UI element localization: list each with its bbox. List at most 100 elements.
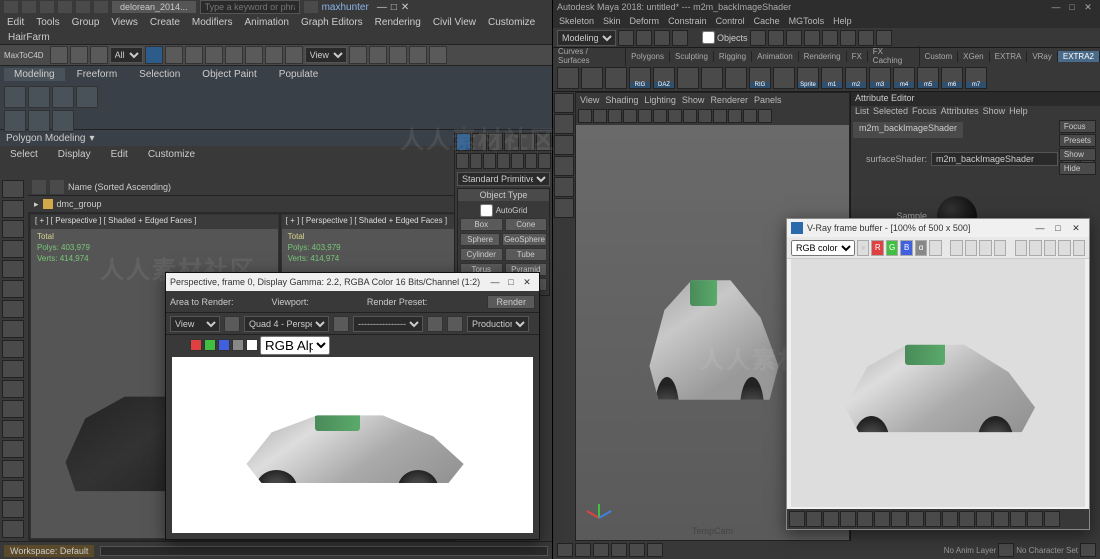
attr-help[interactable]: Help (1009, 106, 1028, 120)
layertab-display[interactable]: Display (52, 148, 97, 161)
display-tab-icon[interactable] (520, 133, 535, 151)
presets-button[interactable]: Presets (1059, 134, 1096, 147)
scale-icon[interactable] (265, 46, 283, 64)
panel-tool-icon[interactable] (668, 109, 682, 123)
rollout-header[interactable]: Object Type (458, 189, 549, 201)
node-label[interactable]: dmc_group (57, 199, 102, 209)
tool-icon[interactable] (2, 480, 24, 498)
anim-layer-label[interactable]: No Anim Layer (944, 546, 996, 555)
cone-button[interactable]: Cone (505, 218, 548, 231)
play-end-icon[interactable] (647, 543, 663, 557)
redo-icon[interactable] (94, 1, 108, 13)
layertab-select[interactable]: Select (4, 148, 44, 161)
shelf-button[interactable]: m1 (821, 67, 843, 89)
workspace-label[interactable]: Workspace: Default (4, 545, 94, 557)
panel-tool-icon[interactable] (713, 109, 727, 123)
trackmouse-icon[interactable] (1029, 240, 1041, 256)
shelf-rendering[interactable]: Rendering (799, 51, 847, 62)
play-fwd-icon[interactable] (611, 543, 627, 557)
save-icon[interactable] (58, 1, 72, 13)
shelf-custom[interactable]: Custom (920, 51, 959, 62)
shapes-icon[interactable] (470, 153, 483, 169)
se-icon[interactable] (50, 180, 64, 194)
ribbon-btn[interactable] (52, 110, 74, 132)
cylinder-button[interactable]: Cylinder (460, 248, 503, 261)
panel-tool-icon[interactable] (698, 109, 712, 123)
menu-customize[interactable]: Customize (483, 16, 540, 29)
mono-swatch-icon[interactable] (246, 339, 258, 351)
tool-icon[interactable] (2, 500, 24, 518)
stamp-icon[interactable] (857, 511, 873, 527)
panel-tool-icon[interactable] (683, 109, 697, 123)
clamp-icon[interactable] (1027, 511, 1043, 527)
shelf-fx[interactable]: FX (847, 51, 868, 62)
autogrid-checkbox[interactable] (480, 204, 493, 217)
select-name-icon[interactable] (165, 46, 183, 64)
attr-tab[interactable]: m2m_backImageShader (853, 122, 963, 138)
move-tool-icon[interactable] (554, 156, 574, 176)
hide-button[interactable]: Hide (1059, 162, 1096, 175)
channel-select[interactable]: RGB Alpha (260, 336, 330, 355)
tool-icon[interactable] (2, 340, 24, 358)
copy-icon[interactable] (994, 240, 1006, 256)
shelf-button[interactable] (581, 67, 603, 89)
menu-create[interactable]: Create (145, 16, 185, 29)
step-fwd-icon[interactable] (629, 543, 645, 557)
maximize-button[interactable]: □ (1049, 221, 1067, 235)
info-icon[interactable] (1044, 511, 1060, 527)
alpha-channel-icon[interactable]: α (915, 240, 927, 256)
hierarchy-tab-icon[interactable] (488, 133, 503, 151)
rotate-icon[interactable] (245, 46, 263, 64)
menu-constrain[interactable]: Constrain (664, 15, 711, 27)
tool-icon[interactable] (2, 520, 24, 538)
play-start-icon[interactable] (557, 543, 573, 557)
render-icon[interactable] (1073, 240, 1085, 256)
tool-icon[interactable] (2, 200, 24, 218)
shelf-rigging[interactable]: Rigging (714, 51, 752, 62)
channel-dropdown[interactable]: RGB color (791, 240, 855, 256)
minimize-button[interactable]: — (377, 2, 387, 13)
motion-tab-icon[interactable] (504, 133, 519, 151)
panel-tool-icon[interactable] (593, 109, 607, 123)
tool-icon[interactable] (2, 320, 24, 338)
shelf-button[interactable]: m6 (941, 67, 963, 89)
shelf-polygons[interactable]: Polygons (626, 51, 670, 62)
panel-view[interactable]: View (580, 95, 599, 105)
shelf-button-sprite[interactable]: Sprite (797, 67, 819, 89)
shelf-sculpting[interactable]: Sculpting (670, 51, 714, 62)
panel-panels[interactable]: Panels (754, 95, 782, 105)
tool-icon[interactable] (2, 420, 24, 438)
play-back-icon[interactable] (593, 543, 609, 557)
step-back-icon[interactable] (575, 543, 591, 557)
key-icon[interactable] (998, 543, 1014, 557)
shelf-fxcaching[interactable]: FX Caching (868, 46, 920, 66)
preset-select[interactable]: ----------------- (353, 316, 423, 332)
lights-icon[interactable] (483, 153, 496, 169)
minimize-button[interactable]: — (487, 275, 503, 289)
panel-shading[interactable]: Shading (605, 95, 638, 105)
open-icon[interactable] (40, 1, 54, 13)
force-icon[interactable] (1010, 511, 1026, 527)
stop-icon[interactable] (1058, 240, 1070, 256)
preset-icon[interactable] (427, 316, 443, 332)
shelf-button[interactable] (701, 67, 723, 89)
green-swatch-icon[interactable] (204, 339, 216, 351)
box-button[interactable]: Box (460, 218, 503, 231)
region-icon[interactable] (224, 316, 240, 332)
symmetry-checkbox[interactable] (702, 31, 715, 44)
cc-icon[interactable] (823, 511, 839, 527)
attr-list[interactable]: List (855, 106, 869, 120)
menu-hairfarm[interactable]: HairFarm (2, 31, 56, 44)
time-slider[interactable] (100, 546, 548, 556)
preset-icon[interactable] (447, 316, 463, 332)
curves-icon[interactable] (908, 511, 924, 527)
shelf-button[interactable]: m5 (917, 67, 939, 89)
shelf-button-daz[interactable]: DAZ (653, 67, 675, 89)
tool-icon[interactable] (2, 220, 24, 238)
snap-icon[interactable] (349, 46, 367, 64)
close-button[interactable]: ✕ (1067, 221, 1085, 235)
sort-label[interactable]: Name (Sorted Ascending) (68, 182, 171, 192)
menu-help[interactable]: Help (829, 15, 856, 27)
app-icon[interactable] (4, 1, 18, 13)
lasso-tool-icon[interactable] (554, 114, 574, 134)
